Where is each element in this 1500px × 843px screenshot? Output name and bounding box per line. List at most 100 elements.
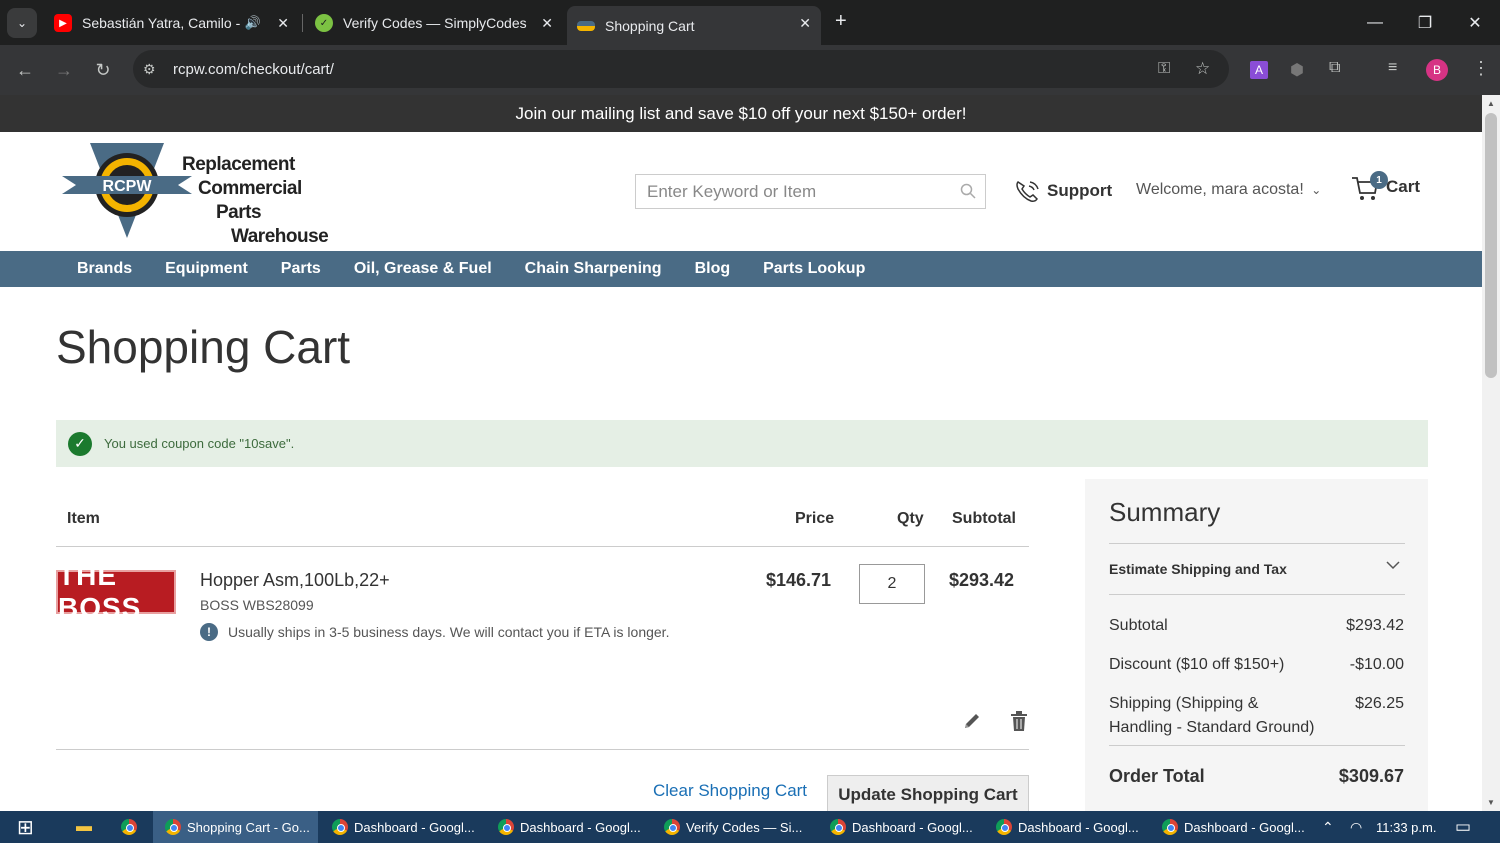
wifi-icon[interactable]: ◠ xyxy=(1350,811,1362,843)
product-sku: BOSS WBS28099 xyxy=(200,597,314,613)
notification-icon[interactable]: ▭ xyxy=(1455,811,1471,843)
nav-equipment[interactable]: Equipment xyxy=(165,260,248,278)
chevron-up-icon[interactable]: ⌃ xyxy=(1322,811,1334,843)
site-header: RCPW Replacement Commercial Parts Wareho… xyxy=(0,132,1482,251)
tab-simplycodes[interactable]: ✓ Verify Codes — SimplyCodes ✕ xyxy=(305,7,563,39)
media-control-icon[interactable]: ≡ xyxy=(1388,59,1397,77)
check-circle-icon: ✓ xyxy=(68,431,92,456)
nav-brands[interactable]: Brands xyxy=(77,260,132,278)
extension-icon[interactable]: ⬢ xyxy=(1290,60,1304,80)
site-info-icon[interactable]: ⚙ xyxy=(143,61,156,78)
search-input[interactable]: Enter Keyword or Item xyxy=(635,174,986,209)
account-menu[interactable]: Welcome, mara acosta! ⌄ xyxy=(1136,181,1321,199)
chrome-icon[interactable] xyxy=(121,811,143,843)
forward-icon[interactable]: → xyxy=(49,60,79,81)
trash-icon[interactable] xyxy=(1010,711,1028,731)
phone-icon xyxy=(1016,181,1039,202)
bookmark-star-icon[interactable]: ☆ xyxy=(1195,59,1210,79)
clock[interactable]: 11:33 p.m. xyxy=(1376,811,1436,843)
minicart-link[interactable]: 1 Cart xyxy=(1350,171,1420,202)
shipping-value: $26.25 xyxy=(1355,695,1404,712)
nav-blog[interactable]: Blog xyxy=(695,260,731,278)
new-tab-icon[interactable]: + xyxy=(835,10,847,33)
product-name-link[interactable]: Hopper Asm,100Lb,22+ xyxy=(200,570,390,591)
password-key-icon[interactable]: ⚿ xyxy=(1158,60,1170,78)
close-tab-icon[interactable]: ✕ xyxy=(277,15,289,32)
tab-search-button[interactable]: ⌄ xyxy=(7,7,37,38)
web-page: Join our mailing list and save $10 off y… xyxy=(0,95,1482,811)
profile-avatar[interactable]: B xyxy=(1426,59,1448,81)
nav-oil-grease-fuel[interactable]: Oil, Grease & Fuel xyxy=(354,260,492,278)
browser-tab-bar: ⌄ ▶ Sebastián Yatra, Camilo - En 🔊 ✕ ✓ V… xyxy=(0,0,1500,45)
back-icon[interactable]: ← xyxy=(10,60,40,81)
reload-icon[interactable]: ↻ xyxy=(88,60,118,81)
chrome-icon xyxy=(498,819,514,835)
chrome-icon xyxy=(664,819,680,835)
order-total-value: $309.67 xyxy=(1338,766,1404,786)
quantity-input[interactable]: 2 xyxy=(859,564,925,604)
clear-cart-link[interactable]: Clear Shopping Cart xyxy=(653,781,807,801)
rcpw-logo-icon: RCPW xyxy=(62,143,192,238)
column-header-qty: Qty xyxy=(897,510,924,527)
item-price: $146.71 xyxy=(766,570,832,590)
address-bar[interactable]: ⚙ rcpw.com/checkout/cart/ ⚿ ☆ xyxy=(133,50,1229,88)
nav-parts[interactable]: Parts xyxy=(281,260,321,278)
column-header-subtotal: Subtotal xyxy=(952,510,1016,527)
main-navigation: Brands Equipment Parts Oil, Grease & Fue… xyxy=(0,251,1482,287)
taskbar-app-dashboard[interactable]: Dashboard - Googl... xyxy=(984,811,1149,843)
subtotal-label: Subtotal xyxy=(1109,617,1168,634)
scroll-up-icon[interactable]: ▲ xyxy=(1487,99,1495,108)
column-header-price: Price xyxy=(795,510,835,527)
scrollbar-thumb[interactable] xyxy=(1485,113,1497,378)
product-image[interactable]: THE BOSS xyxy=(56,560,176,623)
search-icon[interactable] xyxy=(960,183,976,199)
nav-parts-lookup[interactable]: Parts Lookup xyxy=(763,260,865,278)
windows-taskbar: ⊞ ▬ Shopping Cart - Go... Dashboard - Go… xyxy=(0,811,1500,843)
info-icon: ! xyxy=(200,623,218,641)
cart-count-badge: 1 xyxy=(1370,171,1388,189)
tab-shopping-cart[interactable]: Shopping Cart ✕ xyxy=(567,6,821,45)
chrome-icon xyxy=(165,819,181,835)
page-scrollbar[interactable]: ▲ ▼ xyxy=(1482,95,1500,811)
divider xyxy=(56,546,1029,547)
minimize-icon[interactable]: — xyxy=(1350,0,1400,45)
close-tab-icon[interactable]: ✕ xyxy=(799,15,811,32)
promo-banner[interactable]: Join our mailing list and save $10 off y… xyxy=(0,95,1482,132)
close-tab-icon[interactable]: ✕ xyxy=(541,15,553,32)
chrome-icon xyxy=(332,819,348,835)
page-title: Shopping Cart xyxy=(56,321,351,373)
logo-wordmark: Replacement Commercial Parts Warehouse xyxy=(182,154,329,247)
start-grid-icon[interactable]: ⊞ xyxy=(17,811,34,843)
estimate-shipping-toggle[interactable]: Estimate Shipping and Tax xyxy=(1109,561,1287,577)
discount-label: Discount ($10 off $150+) xyxy=(1109,656,1285,673)
taskbar-app-dashboard[interactable]: Dashboard - Googl... xyxy=(320,811,485,843)
speaker-icon[interactable]: 🔊 xyxy=(245,15,261,31)
taskbar-app-shopping-cart[interactable]: Shopping Cart - Go... xyxy=(153,811,318,843)
menu-kebab-icon[interactable]: ⋮ xyxy=(1472,58,1490,79)
taskbar-app-dashboard[interactable]: Dashboard - Googl... xyxy=(486,811,651,843)
close-window-icon[interactable]: ✕ xyxy=(1450,0,1500,45)
restore-icon[interactable]: ❐ xyxy=(1400,0,1450,45)
update-cart-button[interactable]: Update Shopping Cart xyxy=(827,775,1029,811)
edit-pencil-icon[interactable] xyxy=(962,711,982,731)
simplycodes-icon: ✓ xyxy=(315,14,333,32)
chrome-icon xyxy=(1162,819,1178,835)
nav-chain-sharpening[interactable]: Chain Sharpening xyxy=(525,260,662,278)
order-summary: Summary Estimate Shipping and Tax Subtot… xyxy=(1085,479,1428,811)
rcpw-logo[interactable]: RCPW Replacement Commercial Parts Wareho… xyxy=(62,141,332,247)
rcpw-favicon xyxy=(577,20,595,31)
success-message: ✓ You used coupon code "10save". xyxy=(56,420,1428,467)
summary-title: Summary xyxy=(1109,497,1221,527)
taskbar-app-dashboard[interactable]: Dashboard - Googl... xyxy=(1150,811,1315,843)
file-explorer-icon[interactable]: ▬ xyxy=(76,811,92,843)
taskbar-app-verify-codes[interactable]: Verify Codes — Si... xyxy=(652,811,817,843)
chevron-down-icon[interactable] xyxy=(1385,557,1401,573)
taskbar-app-dashboard[interactable]: Dashboard - Googl... xyxy=(818,811,983,843)
youtube-icon: ▶ xyxy=(54,14,72,32)
extension-a-icon[interactable]: A xyxy=(1250,61,1268,79)
support-link[interactable]: Support xyxy=(1014,178,1112,204)
tab-youtube[interactable]: ▶ Sebastián Yatra, Camilo - En 🔊 ✕ xyxy=(44,7,299,39)
divider xyxy=(56,749,1029,750)
extensions-puzzle-icon[interactable]: ⧉ xyxy=(1329,59,1340,77)
scroll-down-icon[interactable]: ▼ xyxy=(1487,798,1495,807)
